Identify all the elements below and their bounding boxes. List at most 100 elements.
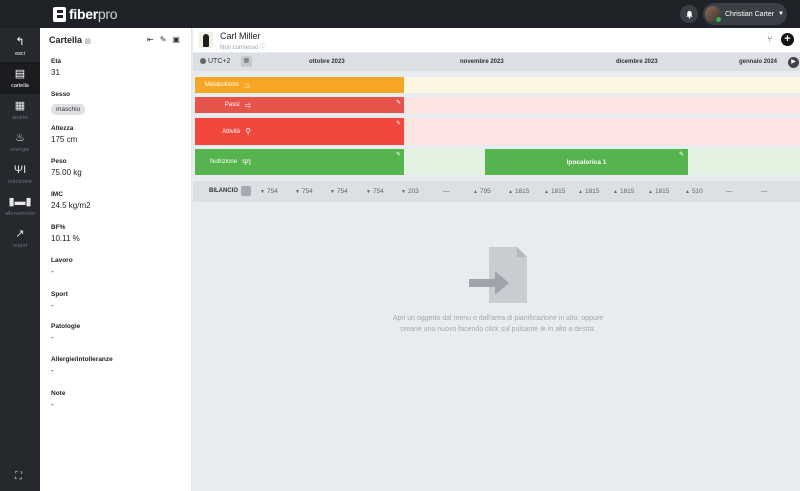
row-label-attivita[interactable]: Attività ⚲ (195, 118, 257, 145)
fork-knife-icon: ΨΙ (13, 163, 27, 176)
running-icon: ⚲ (245, 127, 251, 136)
avatar (705, 6, 722, 23)
logo-icon (53, 6, 66, 22)
balance-value: ▼ 754 (330, 188, 348, 195)
metabolismo-bar[interactable] (257, 77, 404, 93)
balance-value: ▼ 754 (366, 188, 384, 195)
pin-icon[interactable]: ✎ (160, 35, 167, 44)
nav-label: allenamento (5, 210, 35, 217)
nav-item-esci[interactable]: ↰ esci (0, 30, 40, 62)
patient-name: Carl Miller (220, 31, 261, 41)
nav-item-energia[interactable]: ♨ energia (0, 126, 40, 158)
chart-line-icon: ↗ (15, 227, 25, 240)
field-lavoro: Lavoro - (51, 257, 73, 276)
analysis-icon: ▦ (14, 99, 26, 112)
row-label-nutrizione[interactable]: Nutrizione ΨΙ (195, 149, 257, 175)
timeline-header: UTC+2 ▦ ottobre 2023 novembre 2023 dicem… (193, 53, 800, 71)
nav-item-cartella[interactable]: ▤ cartella (0, 62, 40, 94)
balance-value: ▲ 795 (473, 188, 491, 195)
edit-icon[interactable]: ✎ (396, 99, 401, 106)
edit-icon[interactable]: ✎ (396, 151, 401, 158)
panel-title: Cartella ▦ (49, 35, 92, 45)
row-label-metabolismo[interactable]: Metabolismo ♨ (195, 77, 257, 93)
balance-value: ▲ 510 (685, 188, 703, 195)
nav-item-nutrizione[interactable]: ΨΙ nutrizione (0, 158, 40, 190)
bell-icon (685, 10, 693, 19)
info-icon: ⓘ (260, 45, 267, 51)
fork-knife-icon: ΨΙ (242, 157, 251, 167)
nav-label: cartella (11, 82, 29, 89)
patient-status: Non connesso ⓘ (220, 45, 267, 51)
patient-avatar (199, 32, 213, 48)
cartella-panel: Cartella ▦ ⇤ ✎ ▣ Età 31 Sesso maschio Al… (40, 28, 192, 491)
field-altezza: Altezza 175 cm (51, 125, 78, 144)
field-imc: IMC 24.5 kg/m2 (51, 191, 91, 210)
nav-item-analisi[interactable]: ▦ analisi (0, 94, 40, 126)
balance-value: ▲ 1815 (613, 188, 635, 195)
main-area: Carl Miller Non connesso ⓘ ⑂ + UTC+2 ▦ o… (193, 28, 800, 491)
field-allergie: Allergie/intolleranze - (51, 356, 113, 375)
nav-item-report[interactable]: ↗ report (0, 222, 40, 254)
calendar-button[interactable]: ▦ (241, 56, 252, 67)
next-period-button[interactable]: ▶ (788, 57, 799, 68)
left-nav: ↰ esci ▤ cartella ▦ analisi ♨ energia ΨΙ… (0, 28, 40, 491)
logo[interactable]: fiberpro (53, 6, 117, 22)
add-button[interactable]: + (781, 33, 794, 46)
field-peso: Peso 75.00 kg (51, 158, 82, 177)
chevron-down-icon: ▼ (778, 11, 784, 17)
balance-value: ▲ 1815 (648, 188, 670, 195)
panel-tools: ⇤ ✎ ▣ (147, 35, 180, 44)
clipboard-icon: ▤ (14, 67, 26, 80)
user-menu-button[interactable]: Christian Carter ▼ (703, 3, 787, 25)
passi-bar[interactable] (257, 97, 404, 113)
nav-label: nutrizione (8, 178, 32, 185)
balance-value: ▲ 1815 (544, 188, 566, 195)
field-note: Note - (51, 390, 66, 409)
nav-label: esci (15, 50, 25, 57)
nav-label: report (12, 242, 28, 249)
field-patologie: Patologie - (51, 323, 81, 342)
scale-icon (241, 186, 251, 196)
month-label: ottobre 2023 (309, 59, 345, 65)
calendar-icon: ▦ (84, 38, 92, 45)
passi-band (404, 97, 800, 113)
notifications-button[interactable] (680, 5, 698, 23)
info-icon (200, 58, 206, 64)
collapse-icon[interactable]: ⇤ (147, 35, 154, 44)
timezone-selector[interactable]: UTC+2 (200, 58, 230, 65)
flame-icon: ♨ (243, 80, 251, 90)
balance-value: — (443, 188, 450, 195)
edit-icon[interactable]: ✎ (679, 151, 684, 158)
field-sport: Sport - (51, 291, 68, 310)
back-arrow-icon: ↰ (15, 35, 25, 48)
top-bar: fiberpro Christian Carter ▼ (0, 0, 800, 28)
balance-value: ▲ 1815 (578, 188, 600, 195)
balance-row: BILANCIO ▼ 754 ▼ 754 ▼ 754 ▼ 754 ▼ 203 — ▲ 795… (193, 181, 800, 202)
balance-label: BILANCIO (209, 188, 238, 194)
row-label-passi[interactable]: Passi ⥤ (195, 97, 257, 113)
brand-main: fiber (69, 6, 98, 22)
dumbbell-icon: ▮▬▮ (8, 195, 32, 208)
balance-value: — (761, 188, 768, 195)
field-eta: Età 31 (51, 58, 62, 77)
nav-item-allenamento[interactable]: ▮▬▮ allenamento (0, 190, 40, 222)
nutrizione-bar[interactable] (257, 149, 404, 175)
month-label: dicembre 2023 (616, 59, 658, 65)
layout-icon[interactable]: ▣ (172, 35, 180, 44)
field-sesso: Sesso maschio (51, 91, 86, 116)
edit-icon[interactable]: ✎ (396, 120, 401, 127)
field-bf: BF% 10.11 % (51, 224, 80, 243)
plan-block-ipocalorica[interactable]: Ipocalorica 1 (485, 149, 688, 175)
balance-value: ▼ 754 (295, 188, 313, 195)
patient-header: Carl Miller Non connesso ⓘ ⑂ + (193, 28, 800, 52)
branch-icon[interactable]: ⑂ (767, 34, 772, 44)
user-name: Christian Carter (725, 10, 775, 18)
metabolismo-band (404, 77, 800, 93)
month-label: novembre 2023 (460, 59, 504, 65)
nav-label: energia (10, 146, 30, 153)
open-document-icon (469, 245, 529, 310)
empty-state-text: Apri un oggetto dal menu o dall'area di … (392, 315, 604, 333)
brand-sub: pro (97, 6, 118, 22)
fullscreen-icon[interactable]: ⛶ (15, 471, 22, 482)
attivita-bar[interactable] (257, 118, 404, 145)
